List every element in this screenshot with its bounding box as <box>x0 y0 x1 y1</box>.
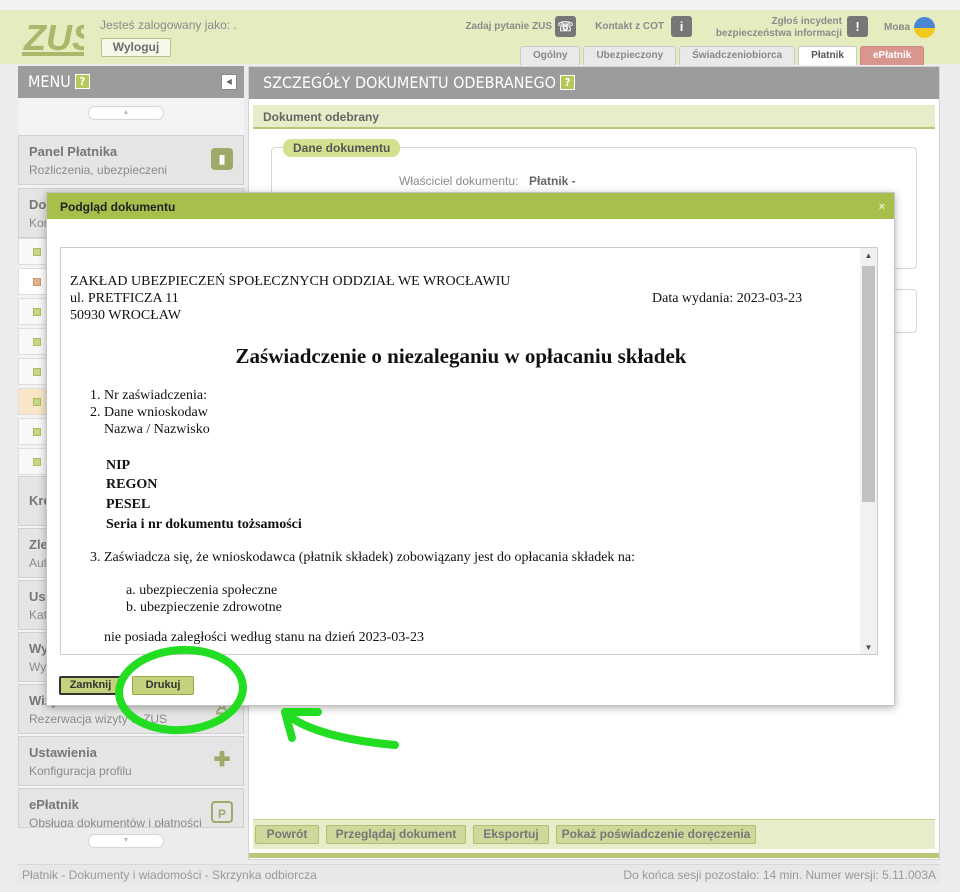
dialog-title: Podgląd dokumentu <box>60 200 176 214</box>
view-document-button[interactable]: Przeglądaj dokument <box>326 825 466 844</box>
bullet-icon <box>33 368 41 376</box>
back-button[interactable]: Powrót <box>255 825 319 844</box>
menu-title: MENU <box>28 72 71 91</box>
info-icon[interactable]: i <box>671 16 692 37</box>
chat-icon[interactable]: ☏ <box>555 16 576 37</box>
report-incident-line2: bezpieczeństwa informacji <box>715 28 842 39</box>
issuer-name: ZAKŁAD UBEZPIECZEŃ SPOŁECZNYCH ODDZIAŁ W… <box>70 274 511 289</box>
document-content: ZAKŁAD UBEZPIECZEŃ SPOŁECZNYCH ODDZIAŁ W… <box>61 248 861 654</box>
page-help-icon[interactable]: ? <box>560 75 575 90</box>
report-incident-line1: Zgłoś incydent <box>771 16 842 27</box>
menu-item-ustawienia[interactable]: Ustawienia Konfiguracja profilu ✚ <box>18 736 244 786</box>
bullet-icon <box>33 398 41 406</box>
language-link[interactable]: Мова <box>874 22 910 33</box>
menu-item-title: Panel Płatnika <box>29 144 118 159</box>
section-title: Dokument odebrany <box>253 105 935 129</box>
document-viewer[interactable]: ZAKŁAD UBEZPIECZEŃ SPOŁECZNYCH ODDZIAŁ W… <box>60 247 878 655</box>
page-title: SZCZEGÓŁY DOKUMENTU ODEBRANEGO <box>263 73 556 92</box>
contact-cot-link[interactable]: Kontakt z COT <box>584 21 664 32</box>
tab-ubezpieczony[interactable]: Ubezpieczony <box>583 46 677 65</box>
document-scrollbar[interactable]: ▲ ▼ <box>860 248 877 654</box>
item-3b: b. ubezpieczenie zdrowotne <box>126 600 282 615</box>
show-receipt-button[interactable]: Pokaż poświadczenie doręczenia <box>556 825 756 844</box>
logout-button[interactable]: Wyloguj <box>101 38 171 57</box>
eplatnik-icon: P <box>211 801 233 823</box>
document-heading: Zaświadczenie o niezaleganiu w opłacaniu… <box>235 344 687 368</box>
role-tabs: Ogólny Ubezpieczony Świadczeniobiorca Pł… <box>520 46 925 65</box>
ukraine-flag-icon[interactable] <box>914 17 935 38</box>
menu-item-subtitle: Rozliczenia, ubezpieczeni <box>29 163 168 177</box>
applicant-data: 2. Dane wnioskodaw <box>90 405 208 420</box>
close-icon[interactable]: × <box>879 193 885 221</box>
scroll-up-arrow-icon[interactable]: ▲ <box>860 248 877 264</box>
tab-ogolny[interactable]: Ogólny <box>520 46 581 65</box>
scroll-down-button[interactable]: ▼ <box>88 834 164 848</box>
puzzle-icon: ✚ <box>213 749 231 771</box>
logged-as-label: Jesteś zalogowany jako: . <box>100 18 237 32</box>
applicant-name-label: Nazwa / Nazwisko <box>104 422 210 437</box>
menu-item-eplatnik[interactable]: ePłatnik Obsługa dokumentów i płatności … <box>18 788 244 828</box>
no-arrears-statement: nie posiada zaległości według stanu na d… <box>104 630 424 645</box>
owner-value: Płatnik - <box>529 174 576 188</box>
menu-item-title: Ustawienia <box>29 745 97 760</box>
bullet-icon <box>33 308 41 316</box>
report-incident-link[interactable]: Zgłoś incydent bezpieczeństwa informacji <box>700 16 842 40</box>
menu-item-subtitle: Konfiguracja profilu <box>29 764 132 778</box>
top-strip <box>0 0 960 10</box>
wallet-icon: ▮ <box>211 148 233 170</box>
menu-item-title: ePłatnik <box>29 797 79 812</box>
owner-label: Właściciel dokumentu: <box>399 174 519 188</box>
scroll-down-arrow-icon[interactable]: ▼ <box>860 640 877 654</box>
ask-zus-link[interactable]: Zadaj pytanie ZUS <box>458 21 552 32</box>
regon-label: REGON <box>106 477 158 492</box>
scroll-thumb[interactable] <box>862 266 875 502</box>
issuer-street: ul. PRETFICZA 11 <box>70 291 179 306</box>
certificate-number: 1. Nr zaświadczenia: <box>90 388 207 403</box>
logo-text: ZUS <box>23 17 84 58</box>
menu-header: MENU? ◀ <box>18 66 244 98</box>
main-bottom-border <box>249 853 939 858</box>
session-info: Do końca sesji pozostało: 14 min. Numer … <box>623 868 936 882</box>
breadcrumb: Płatnik - Dokumenty i wiadomości - Skrzy… <box>22 868 317 882</box>
item-3: 3. Zaświadcza się, że wnioskodawca (płat… <box>90 550 636 565</box>
bullet-icon <box>33 428 41 436</box>
tab-swiadczeniobiorca[interactable]: Świadczeniobiorca <box>679 46 796 65</box>
bullet-icon <box>33 248 41 256</box>
action-bar: Powrót Przeglądaj dokument Eksportuj Pok… <box>253 819 935 849</box>
main-header: SZCZEGÓŁY DOKUMENTU ODEBRANEGO? <box>249 67 939 99</box>
collapse-left-icon[interactable]: ◀ <box>221 74 237 90</box>
menu-help-icon[interactable]: ? <box>74 74 90 89</box>
bullet-icon <box>33 278 41 286</box>
bullet-icon <box>33 458 41 466</box>
issue-date: Data wydania: 2023-03-23 <box>652 291 803 306</box>
close-button[interactable]: Zamknij <box>59 676 122 695</box>
export-button[interactable]: Eksportuj <box>473 825 549 844</box>
fieldset-legend: Dane dokumentu <box>283 139 401 157</box>
item-3a: a. ubezpieczenia społeczne <box>126 583 278 598</box>
tab-platnik[interactable]: Płatnik <box>798 46 857 65</box>
issuer-city: 50930 WROCŁAW <box>70 308 182 323</box>
zus-logo[interactable]: ZUS <box>22 16 84 58</box>
dialog-header: Podgląd dokumentu × <box>47 193 894 219</box>
print-button[interactable]: Drukuj <box>132 676 194 695</box>
status-bar: Płatnik - Dokumenty i wiadomości - Skrzy… <box>18 864 940 884</box>
alert-icon[interactable]: ! <box>847 16 868 37</box>
bullet-icon <box>33 338 41 346</box>
nip-label: NIP <box>106 458 131 473</box>
tab-eplatnik[interactable]: ePłatnik <box>859 46 925 65</box>
menu-item-subtitle: Obsługa dokumentów i płatności <box>29 816 202 828</box>
menu-item-subtitle: Rezerwacja wizyty w ZUS <box>29 712 168 726</box>
document-preview-dialog: Podgląd dokumentu × ZAKŁAD UBEZPIECZEŃ S… <box>46 192 895 706</box>
menu-item-panel-platnika[interactable]: Panel Płatnika Rozliczenia, ubezpieczeni… <box>18 135 244 185</box>
scroll-up-button[interactable]: ▲ <box>88 106 164 120</box>
pesel-label: PESEL <box>106 497 151 512</box>
id-document-label: Seria i nr dokumentu tożsamości <box>106 517 302 532</box>
